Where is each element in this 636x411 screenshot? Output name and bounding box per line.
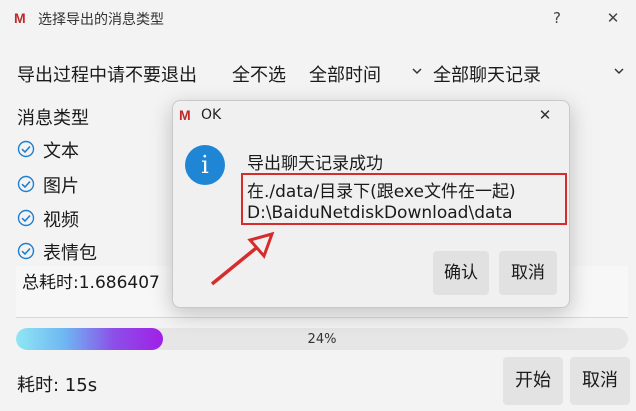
app-logo-icon: M: [14, 10, 26, 26]
checkbox-label: 视频: [43, 210, 79, 231]
elapsed-time: 耗时: 15s: [17, 375, 98, 396]
message-types-label: 消息类型: [17, 108, 89, 129]
checkbox-label: 图片: [43, 176, 79, 197]
check-circle-icon: [17, 140, 35, 158]
annotation-highlight-box: [241, 173, 567, 225]
cancel-button[interactable]: 取消: [570, 357, 630, 405]
checkbox-label: 文本: [43, 141, 79, 162]
record-filter-select[interactable]: 全部聊天记录: [433, 61, 541, 87]
check-circle-icon: [17, 209, 35, 227]
time-filter-chevron-down-icon[interactable]: [412, 66, 422, 76]
dialog-logo-icon: M: [179, 107, 191, 123]
check-circle-icon: [17, 242, 35, 260]
window-title: 选择导出的消息类型: [38, 12, 164, 28]
dialog-cancel-button[interactable]: 取消: [499, 251, 557, 295]
log-text: 总耗时:1.686407: [22, 273, 160, 293]
annotation-arrow-icon: [210, 231, 275, 286]
progress-label: 24%: [307, 332, 337, 347]
export-warning-text: 导出过程中请不要退出: [17, 65, 197, 86]
dialog-close-button[interactable]: ✕: [535, 105, 555, 125]
dialog-title: OK: [201, 107, 222, 123]
info-icon: i: [185, 145, 225, 185]
select-none-button[interactable]: 全不选: [232, 61, 286, 87]
record-filter-chevron-down-icon[interactable]: [614, 66, 624, 76]
close-button[interactable]: ✕: [600, 6, 626, 30]
checkbox-label: 表情包: [43, 243, 97, 264]
dialog-message-line: 导出聊天记录成功: [247, 154, 383, 174]
check-circle-icon: [17, 175, 35, 193]
title-bar: M 选择导出的消息类型 ? ✕: [0, 0, 636, 36]
help-button[interactable]: ?: [544, 6, 570, 30]
start-button[interactable]: 开始: [503, 357, 563, 405]
time-filter-select[interactable]: 全部时间: [309, 61, 381, 87]
progress-bar: 24%: [16, 328, 628, 350]
dialog-ok-button[interactable]: 确认: [433, 251, 489, 295]
